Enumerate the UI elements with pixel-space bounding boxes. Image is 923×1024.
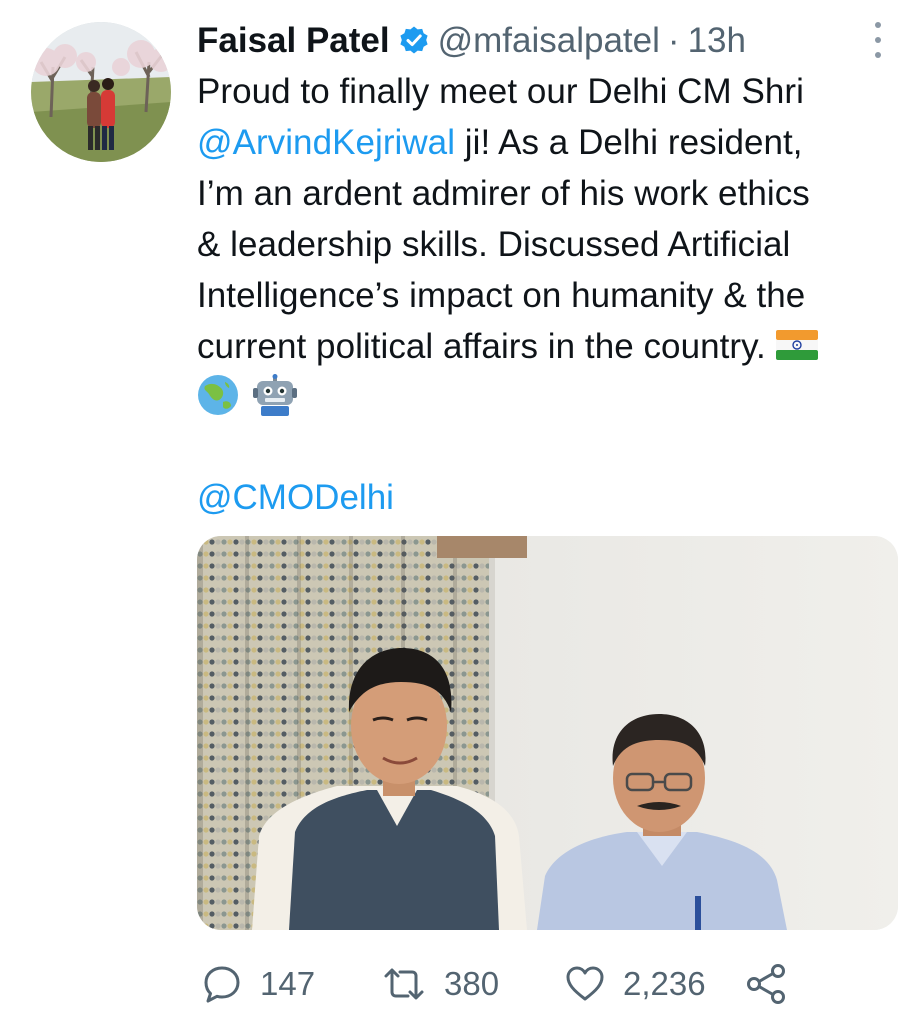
tweet-text-line: current political affairs in the country…: [197, 321, 907, 374]
header-separator: ·: [667, 21, 680, 60]
reply-count: 147: [260, 965, 316, 1002]
globe-asia-icon: [197, 374, 239, 430]
tweet-text-line: I’m an ardent admirer of his work ethics: [197, 174, 810, 213]
author-handle[interactable]: @mfaisalpatel: [438, 21, 660, 61]
mention-link[interactable]: @ArvindKejriwal: [197, 123, 455, 162]
like-button[interactable]: 2,236: [565, 958, 706, 1010]
tweet-action-bar: 147 380 2,236: [197, 958, 797, 1010]
reply-button[interactable]: 147: [202, 958, 315, 1010]
tweet-photo[interactable]: [197, 536, 898, 930]
retweet-button[interactable]: 380: [382, 958, 499, 1010]
mention-link[interactable]: @CMODelhi: [197, 472, 394, 523]
retweet-count: 380: [444, 965, 500, 1002]
share-button[interactable]: [745, 958, 787, 1010]
india-flag-icon: [775, 323, 818, 374]
verified-badge-icon: [398, 25, 430, 57]
author-avatar[interactable]: [31, 22, 171, 162]
more-options-icon[interactable]: [868, 22, 888, 58]
tweet-text-line: [197, 374, 907, 430]
retweet-icon: [382, 964, 426, 1004]
tweet-header: Faisal Patel @mfaisalpatel · 13h: [197, 18, 746, 64]
tweet-text-fragment: ji! As a Delhi resident,: [455, 123, 803, 162]
author-display-name[interactable]: Faisal Patel: [197, 21, 390, 61]
tweet-text-fragment: current political affairs in the country…: [197, 327, 776, 366]
tweet-timestamp[interactable]: 13h: [688, 21, 746, 61]
share-icon: [745, 963, 787, 1005]
tweet-text-line: & leadership skills. Discussed Artificia…: [197, 225, 791, 264]
tweet-text-line: Proud to finally meet our Delhi CM Shri: [197, 72, 804, 111]
tweet-text-line: @ArvindKejriwal ji! As a Delhi resident,: [197, 117, 907, 168]
like-count: 2,236: [623, 965, 706, 1002]
reply-icon: [202, 964, 242, 1004]
tweet-text: Proud to finally meet our Delhi CM Shri …: [197, 66, 907, 430]
heart-icon: [565, 964, 605, 1004]
tweet-text-line: Intelligence’s impact on humanity & the: [197, 276, 806, 315]
robot-icon: [252, 374, 297, 430]
